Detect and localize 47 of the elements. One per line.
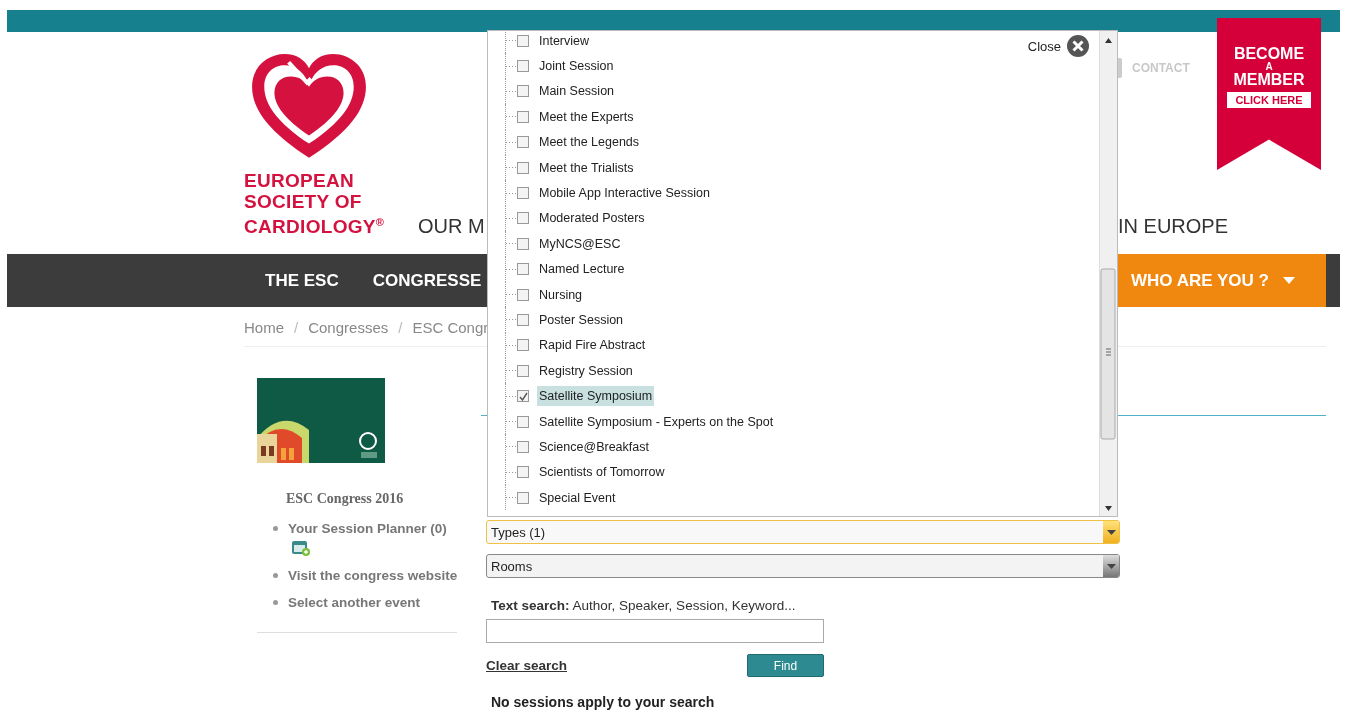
ribbon-text: A [1265, 62, 1273, 72]
breadcrumb-link[interactable]: ESC Congr [412, 319, 489, 336]
tagline: IN EUROPE [1118, 215, 1230, 238]
type-option[interactable]: Interview [537, 31, 592, 51]
search-label: Text search: Author, Speaker, Session, Keyword... [491, 598, 797, 613]
breadcrumb-separator: / [398, 319, 403, 336]
find-button[interactable]: Find [747, 654, 824, 677]
ribbon-text: MEMBER [1233, 72, 1305, 88]
member-ribbon[interactable]: BECOME A MEMBER CLICK HERE [1217, 18, 1321, 170]
type-option[interactable]: MyNCS@ESC [537, 233, 623, 254]
breadcrumb-separator: / [294, 319, 299, 336]
type-option[interactable]: Meet the Experts [537, 106, 636, 127]
close-label[interactable]: Close [1027, 38, 1061, 54]
sidebar-link[interactable]: Visit the congress website [288, 568, 458, 583]
type-option[interactable]: Registry Session [537, 360, 635, 381]
clear-search-link[interactable]: Clear search [486, 658, 568, 673]
type-option[interactable]: Mobile App Interactive Session [537, 183, 712, 204]
event-title: ESC Congress 2016 [286, 491, 405, 507]
nav-link[interactable]: CONGRESSE [372, 270, 482, 291]
tagline: OUR M [418, 215, 485, 238]
click-here-button[interactable]: CLICK HERE [1227, 92, 1311, 108]
type-option[interactable]: Joint Session [537, 56, 616, 77]
result-message: No sessions apply to your search [491, 694, 716, 710]
filter-dropdown[interactable]: Types (1) [486, 520, 1120, 544]
type-option[interactable]: Meet the Legends [537, 132, 642, 153]
logo-text: EUROPEAN [244, 170, 356, 191]
type-option[interactable]: Named Lecture [537, 259, 627, 280]
sidebar-link[interactable]: Your Session Planner (0) [288, 521, 447, 536]
type-option[interactable]: Special Event [537, 487, 618, 508]
filter-dropdown[interactable]: Rooms [486, 554, 1120, 578]
breadcrumb-link[interactable]: Home [244, 319, 284, 336]
nav-link[interactable]: THE ESC [265, 270, 339, 291]
type-option[interactable]: Main Session [537, 81, 617, 102]
type-option[interactable]: Science@Breakfast [537, 436, 651, 457]
sidebar-link[interactable]: Select another event [288, 595, 421, 610]
ribbon-text: BECOME [1233, 46, 1305, 62]
type-option[interactable]: Moderated Posters [537, 208, 647, 229]
type-option[interactable]: Meet the Trialists [537, 157, 636, 178]
type-option[interactable]: Rapid Fire Abstract [537, 335, 648, 356]
breadcrumb-link[interactable]: Congresses [308, 319, 389, 336]
type-option[interactable]: Satellite Symposium [537, 386, 655, 407]
type-option[interactable]: Nursing [537, 284, 585, 305]
type-option[interactable]: Satellite Symposium - Experts on the Spot [537, 411, 776, 432]
logo-text: CARDIOLOGY$^{®}$ [244, 215, 386, 238]
type-option[interactable]: Scientists of Tomorrow [537, 462, 667, 483]
logo-text: SOCIETY OF [244, 191, 363, 212]
type-option[interactable]: Poster Session [537, 310, 626, 330]
